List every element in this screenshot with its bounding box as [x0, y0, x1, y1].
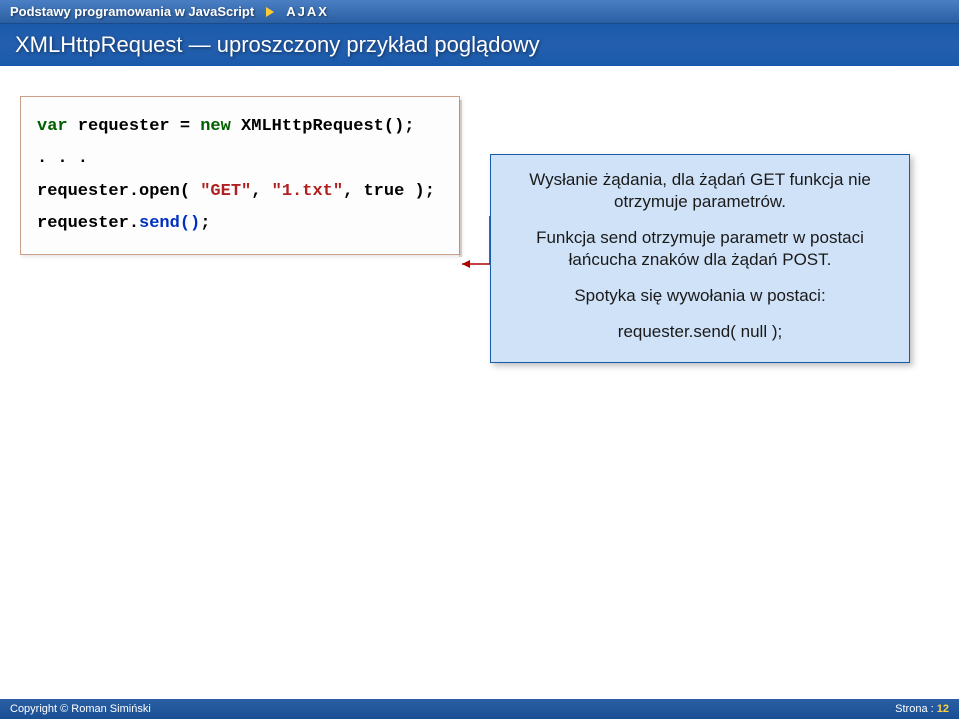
code-text: requester.open( [37, 182, 200, 201]
code-box: var requester = new XMLHttpRequest(); . … [20, 96, 460, 255]
breadcrumb-bar: Podstawy programowania w JavaScript AJAX [0, 0, 959, 24]
callout-paragraph-2: Funkcja send otrzymuje parametr w postac… [509, 227, 891, 271]
content-area: var requester = new XMLHttpRequest(); . … [0, 66, 959, 285]
callout-box: Wysłanie żądania, dla żądań GET funkcja … [490, 154, 910, 363]
page-title: XMLHttpRequest — uproszczony przykład po… [15, 32, 540, 58]
callout-paragraph-3: Spotyka się wywołania w postaci: [509, 285, 891, 307]
title-bar: XMLHttpRequest — uproszczony przykład po… [0, 24, 959, 66]
callout-code-snippet: requester.send( null ); [509, 321, 891, 343]
code-text: requester. [37, 214, 139, 233]
callout-paragraph-1: Wysłanie żądania, dla żądań GET funkcja … [509, 169, 891, 213]
footer-bar: Copyright © Roman Simiński Strona : 12 [0, 699, 959, 719]
code-line-4: requester.send(); [37, 208, 443, 240]
code-line-3: requester.open( "GET", "1.txt", true ); [37, 176, 443, 208]
page-indicator: Strona : 12 [895, 703, 949, 715]
breadcrumb-left: Podstawy programowania w JavaScript [10, 4, 254, 19]
code-text: requester = [68, 117, 201, 136]
code-line-2: . . . [37, 143, 443, 175]
string-literal: "1.txt" [272, 182, 343, 201]
breadcrumb-separator-icon [264, 6, 276, 18]
keyword-var: var [37, 117, 68, 136]
breadcrumb-right: AJAX [286, 4, 329, 19]
copyright-text: Copyright © Roman Simiński [10, 703, 151, 715]
code-text: , [251, 182, 271, 201]
method-send: send() [139, 214, 200, 233]
string-literal: "GET" [200, 182, 251, 201]
code-text: XMLHttpRequest(); [231, 117, 415, 136]
page-label: Strona : [895, 703, 934, 715]
code-text: ; [200, 214, 210, 233]
callout-connector [462, 264, 490, 266]
code-text: , true ); [343, 182, 435, 201]
keyword-new: new [200, 117, 231, 136]
page-number: 12 [937, 703, 949, 715]
code-line-1: var requester = new XMLHttpRequest(); [37, 111, 443, 143]
